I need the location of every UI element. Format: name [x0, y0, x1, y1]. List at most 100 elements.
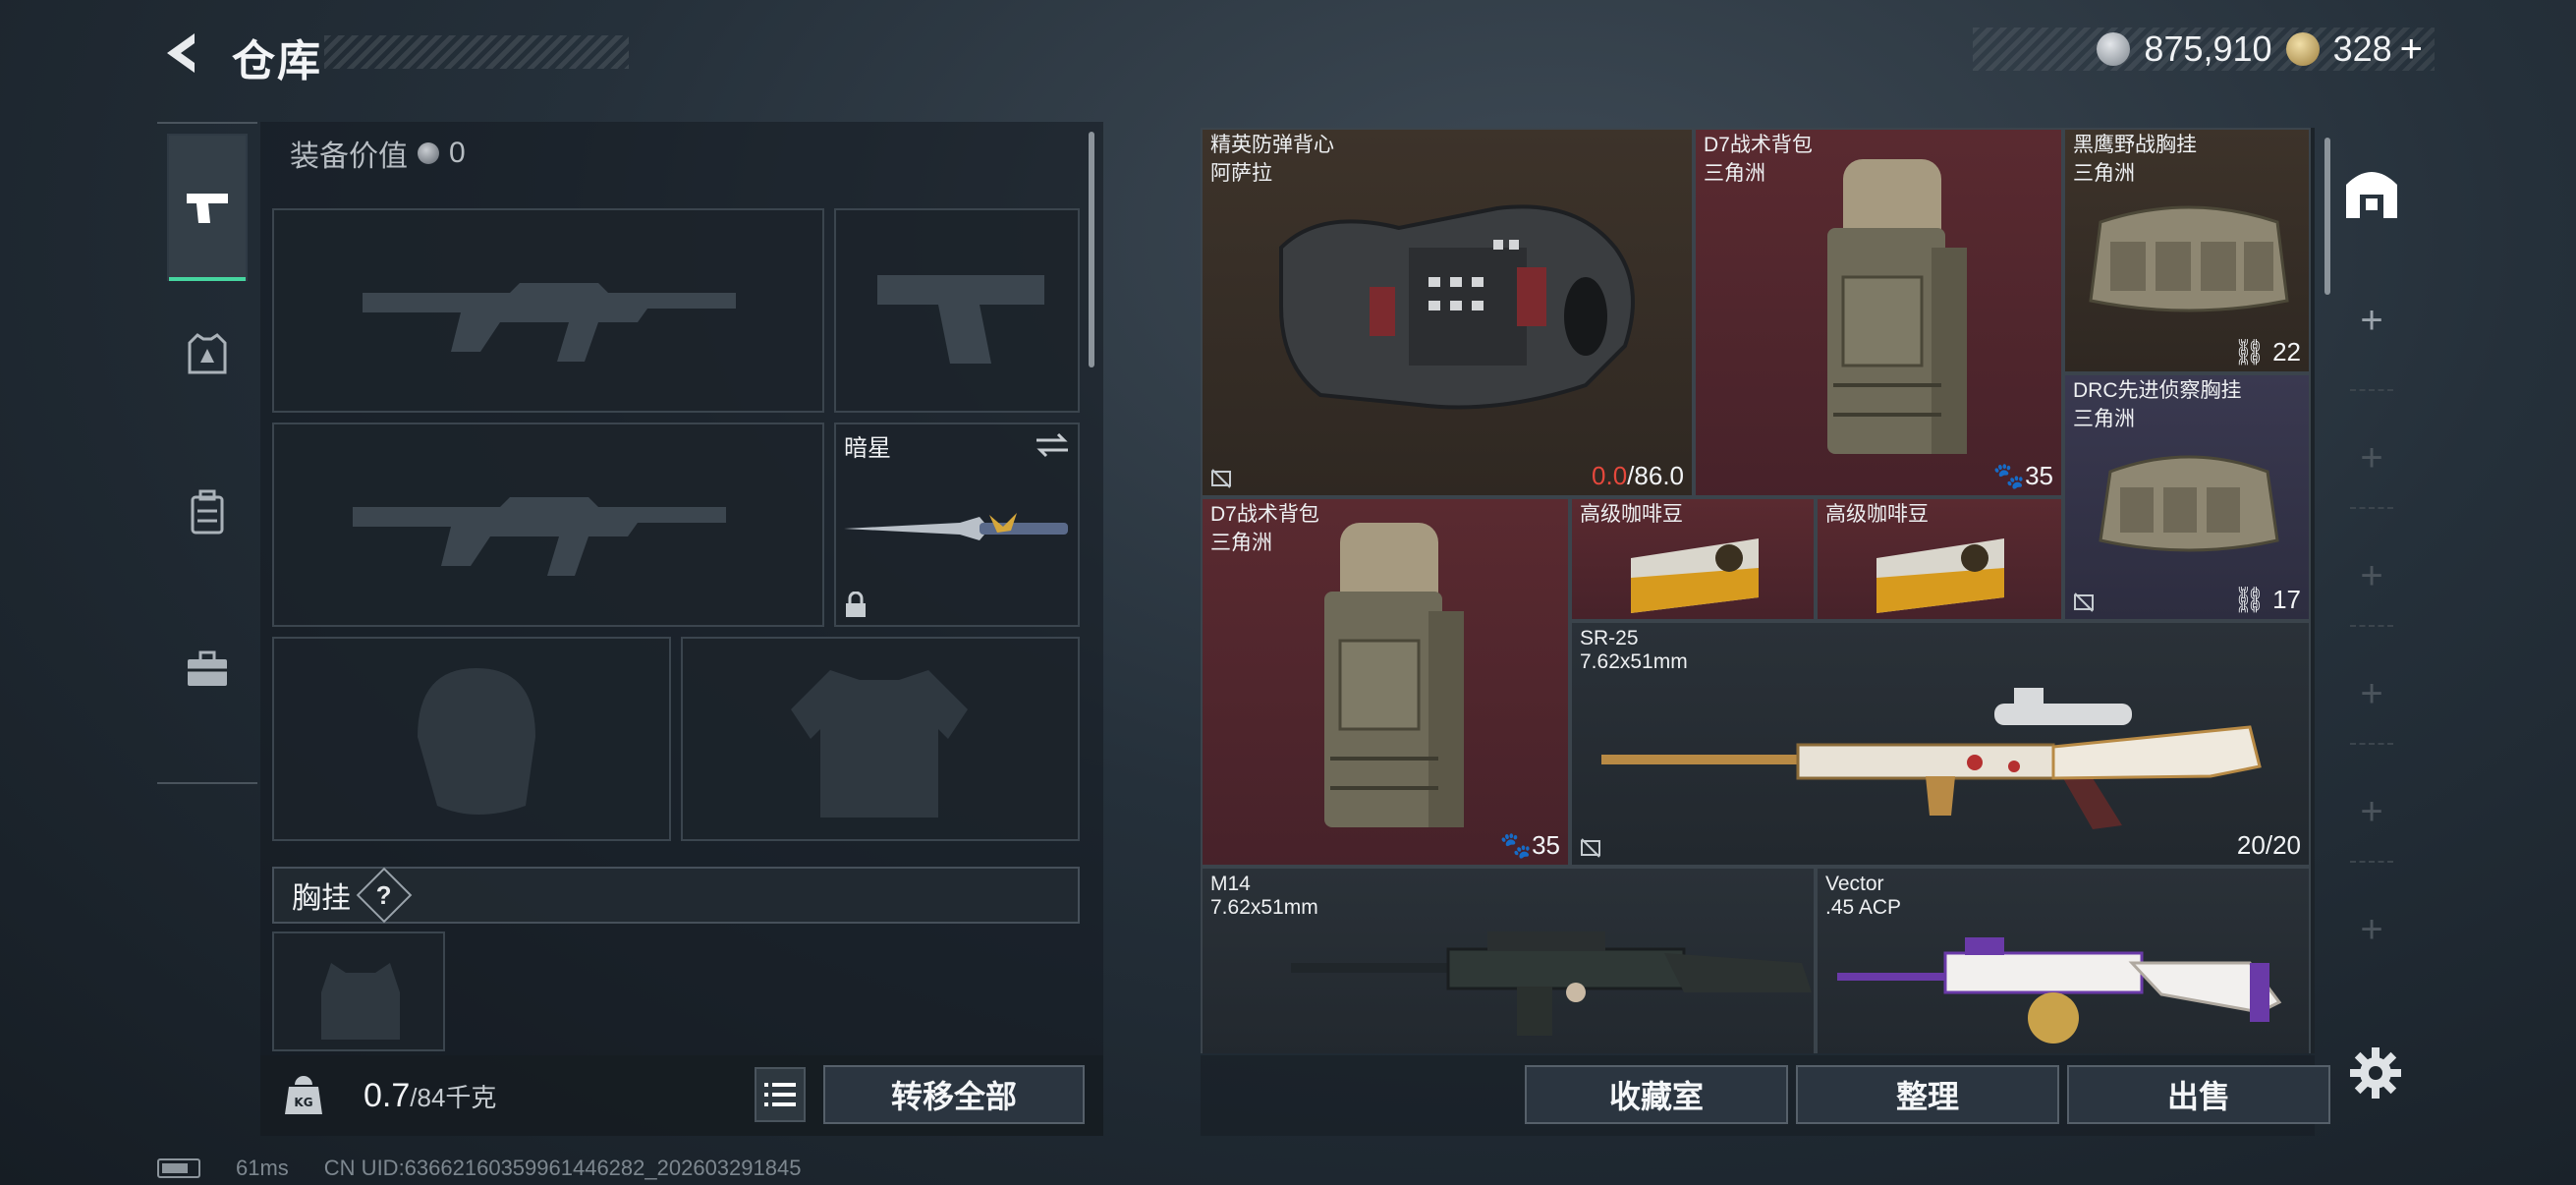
item-name: 精英防弹背心 — [1210, 134, 1334, 156]
item-count: 🐾35 — [1992, 461, 2053, 490]
item-caliber: .45 ACP — [1825, 896, 1902, 919]
item-name: 高级咖啡豆 — [1580, 503, 1683, 526]
primary-weapon-slot-2[interactable] — [272, 423, 824, 627]
silver-coin-icon — [2097, 32, 2131, 66]
status-bar: 61ms CN UID:636621603599614462​82_202603… — [157, 1156, 801, 1181]
backpack-image — [1324, 523, 1464, 827]
tab-armor[interactable] — [167, 281, 248, 428]
back-button[interactable] — [155, 28, 206, 79]
title-decoration — [324, 35, 629, 69]
storage-item[interactable]: 高级咖啡豆 — [1816, 497, 2063, 621]
chest-rig-label: 胸挂 — [292, 882, 351, 915]
chest-rig-slot[interactable] — [272, 931, 445, 1051]
storage-item[interactable]: DRC先进侦察胸挂 三角洲 ⛓ 17 — [2063, 373, 2311, 621]
item-name: SR-25 — [1580, 627, 1639, 649]
item-name: M14 — [1210, 873, 1251, 895]
smg-image — [1837, 937, 2282, 1044]
divider — [2350, 743, 2393, 745]
gold-coin-icon — [2285, 32, 2320, 66]
storage-pages: + + + + + + — [2342, 151, 2401, 1016]
melee-slot[interactable]: 暗星 — [834, 423, 1080, 627]
not-tradeable-icon — [1211, 469, 1231, 488]
divider — [2350, 861, 2393, 863]
item-count-value: 35 — [1532, 830, 1560, 860]
transfer-all-button[interactable]: 转移全部 — [823, 1065, 1085, 1124]
help-icon-glyph: ? — [376, 879, 392, 910]
knife-icon — [844, 513, 1068, 540]
swap-icon[interactable] — [1035, 432, 1070, 458]
svg-text:KG: KG — [294, 1096, 312, 1109]
item-name: DRC先进侦察胸挂 — [2073, 379, 2242, 402]
item-origin: 三角洲 — [1704, 162, 1765, 185]
ping-readout: 61ms — [236, 1156, 289, 1180]
weight-max: /84千克 — [410, 1083, 497, 1112]
primary-weapon-slot-1[interactable] — [272, 208, 824, 413]
storage-item[interactable]: SR-25 7.62x51mm 20/20 — [1570, 621, 2311, 867]
add-storage-page-button[interactable]: + — [2342, 790, 2401, 834]
tab-briefcase[interactable] — [167, 595, 248, 743]
body-armor-slot[interactable] — [681, 637, 1080, 841]
settings-gear-icon[interactable] — [2348, 1045, 2403, 1100]
organize-button[interactable]: 整理 — [1796, 1065, 2059, 1124]
page-title: 仓库 — [232, 37, 322, 85]
chest-rig-silhouette-icon — [321, 963, 400, 1040]
uid-readout: CN UID:636621603599614462​82_20260329184… — [323, 1156, 802, 1180]
add-storage-page-button[interactable]: + — [2342, 908, 2401, 952]
melee-name: 暗星 — [844, 435, 891, 462]
durability-current: 0.0 — [1592, 461, 1628, 490]
gold-amount: 328 — [2332, 28, 2392, 69]
help-icon[interactable]: ? — [356, 867, 413, 924]
item-count-value: 17 — [2272, 585, 2301, 614]
item-origin: 阿萨拉 — [1210, 162, 1272, 185]
item-name: D7战术背包 — [1704, 134, 1813, 156]
pistol-silhouette-icon — [877, 275, 1044, 364]
storage-item[interactable]: D7战术背包 三角洲 🐾35 — [1201, 497, 1570, 867]
weight-readout: 0.7/84千克 — [364, 1077, 496, 1115]
add-storage-page-button[interactable]: + — [2342, 554, 2401, 598]
not-tradeable-icon — [1581, 838, 1600, 858]
armor-silhouette-icon — [791, 670, 968, 818]
add-storage-page-button[interactable]: + — [2342, 299, 2401, 343]
divider — [2350, 507, 2393, 509]
not-tradeable-icon — [2074, 592, 2094, 612]
add-currency-button[interactable]: + — [2400, 28, 2423, 72]
tab-backpack[interactable] — [167, 438, 248, 586]
add-storage-page-button[interactable]: + — [2342, 672, 2401, 716]
battery-icon — [157, 1158, 200, 1178]
storage-item[interactable]: M14 7.62x51mm — [1201, 867, 1816, 1053]
warehouse-icon[interactable] — [2342, 165, 2401, 220]
silver-coin-icon — [418, 142, 439, 164]
equipment-tabs — [157, 122, 257, 784]
sell-button[interactable]: 出售 — [2067, 1065, 2330, 1124]
divider — [2350, 625, 2393, 627]
tab-weapons[interactable] — [167, 134, 248, 281]
storage-item[interactable]: 精英防弹背心 阿萨拉 0.0/86.0 — [1201, 128, 1694, 497]
collection-room-button[interactable]: 收藏室 — [1525, 1065, 1788, 1124]
storage-item[interactable]: 黑鹰野战胸挂 三角洲 ⛓ 22 — [2063, 128, 2311, 373]
list-icon — [764, 1083, 796, 1106]
item-count: 🐾35 — [1499, 830, 1560, 860]
pistol-slot[interactable] — [834, 208, 1080, 413]
storage-scrollbar[interactable] — [2324, 138, 2330, 295]
list-view-button[interactable] — [755, 1067, 806, 1122]
add-storage-page-button[interactable]: + — [2342, 436, 2401, 480]
item-caliber: 7.62x51mm — [1210, 896, 1318, 919]
item-name: Vector — [1825, 873, 1884, 895]
coffee-bag-image — [1876, 538, 2004, 613]
item-count-value: 22 — [2272, 337, 2301, 367]
currency-bar: 875,910 328 + — [1973, 28, 2435, 71]
armor-icon — [188, 333, 227, 374]
equipment-value: 装备价值 0 — [290, 132, 466, 175]
storage-item[interactable]: 高级咖啡豆 — [1570, 497, 1816, 621]
item-count-value: 35 — [2025, 461, 2053, 490]
rifle-silhouette-icon — [363, 283, 736, 362]
storage-item[interactable]: D7战术背包 三角洲 🐾35 — [1694, 128, 2063, 497]
equipment-scrollbar[interactable] — [1089, 132, 1094, 367]
storage-item[interactable]: Vector .45 ACP — [1816, 867, 2311, 1053]
rifle-image — [1291, 931, 1812, 1036]
rifle-silhouette-icon — [353, 497, 726, 576]
body-armor-image — [1279, 204, 1635, 410]
item-name: 黑鹰野战胸挂 — [2073, 134, 2197, 156]
briefcase-icon — [188, 650, 227, 686]
helmet-slot[interactable] — [272, 637, 671, 841]
